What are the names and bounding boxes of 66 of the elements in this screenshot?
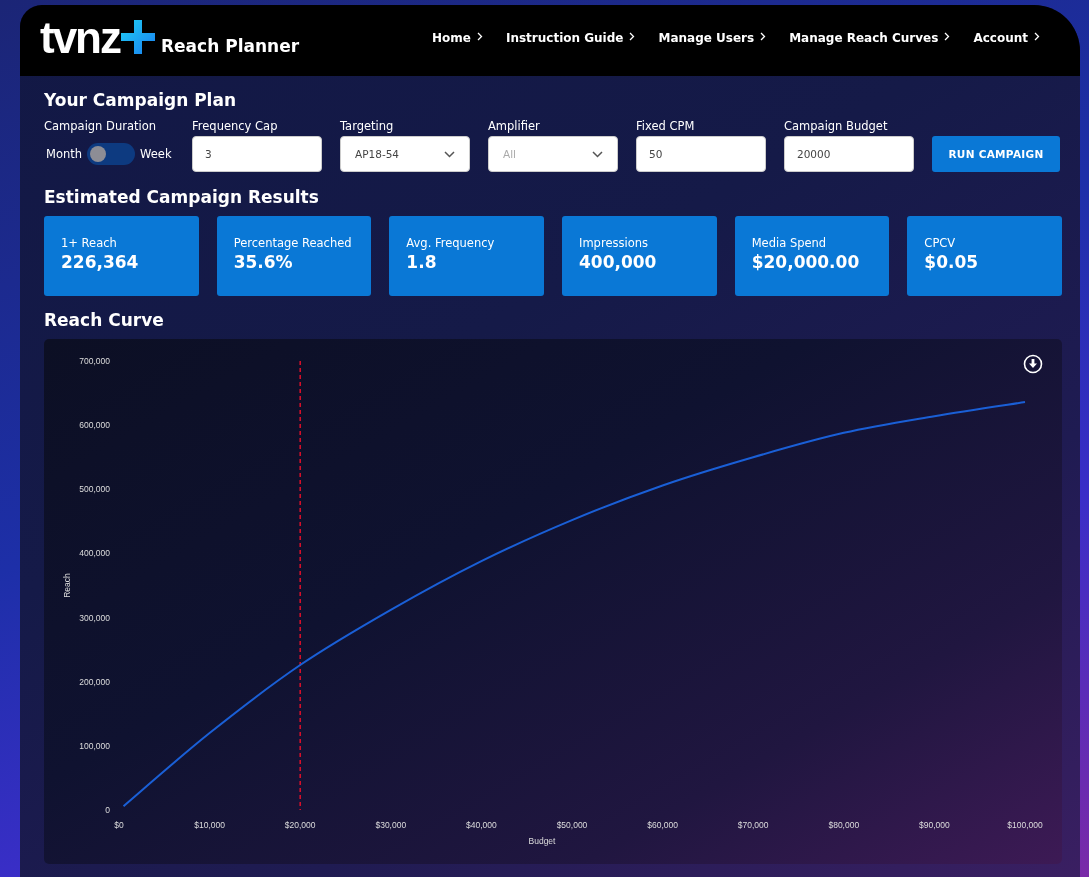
metric-value: $0.05: [924, 252, 980, 272]
x-axis-title: Budget: [528, 836, 556, 846]
y-tick-label: 400,000: [79, 548, 110, 559]
chevron-right-icon: [944, 31, 951, 41]
chevron-right-icon: [476, 31, 483, 41]
input-field[interactable]: 50: [636, 136, 766, 172]
nav-link[interactable]: Instruction Guide: [505, 30, 636, 45]
x-tick-label: $100,000: [1007, 820, 1043, 830]
section-title: Estimated Campaign Results: [44, 186, 320, 208]
x-tick-label: $10,000: [194, 820, 225, 830]
plus-icon: [121, 19, 155, 54]
metric-label: Impressions: [579, 236, 649, 250]
section-title: Your Campaign Plan: [44, 89, 237, 111]
metric-label: Avg. Frequency: [406, 236, 496, 250]
input-field[interactable]: 3: [192, 136, 322, 172]
chevron-right-icon: [629, 31, 636, 41]
x-tick-label: $30,000: [375, 820, 407, 830]
input-field[interactable]: 20000: [784, 136, 914, 172]
nav-link[interactable]: Manage Users: [658, 30, 767, 45]
metric-value: 35.6%: [233, 252, 294, 272]
nav-link[interactable]: Account: [973, 30, 1040, 45]
chevron-right-icon: [760, 31, 767, 41]
y-tick-label: 100,000: [79, 740, 110, 751]
field-label: Campaign Duration: [44, 119, 157, 133]
dropdown[interactable]: AP18-54: [340, 136, 470, 172]
metric-label: Media Spend: [751, 236, 828, 250]
section-title: Reach Curve: [44, 309, 165, 331]
y-tick-label: 500,000: [79, 484, 110, 495]
chevron-down-icon: [444, 150, 455, 158]
chevron-down-icon: [592, 150, 603, 158]
metric-label: Percentage Reached: [233, 236, 353, 250]
x-tick-label: $90,000: [919, 820, 950, 830]
y-tick-label: 600,000: [79, 420, 110, 431]
app-title: Reach Planner: [161, 35, 300, 56]
nav-link[interactable]: Home: [432, 30, 483, 45]
y-tick-label: 300,000: [79, 612, 110, 623]
download-icon[interactable]: [1023, 354, 1043, 374]
field-label: Frequency Cap: [192, 119, 279, 133]
toggle-label: Month: [46, 147, 83, 161]
nav-link[interactable]: Manage Reach Curves: [789, 30, 951, 45]
toggle-label: Week: [140, 147, 172, 161]
y-tick-label: 0: [105, 805, 110, 815]
field-label: Fixed CPM: [636, 119, 696, 133]
x-tick-label: $70,000: [737, 820, 769, 830]
toggle-switch[interactable]: [87, 143, 136, 165]
metric-label: 1+ Reach: [61, 236, 118, 250]
x-tick-label: $0: [114, 820, 124, 830]
chevron-right-icon: [1034, 31, 1040, 41]
logo-text: tvnz: [40, 15, 120, 60]
x-tick-label: $40,000: [466, 820, 497, 830]
y-axis-title: Reach: [62, 573, 72, 598]
field-label: Amplifier: [488, 119, 541, 133]
y-tick-label: 700,000: [79, 356, 110, 366]
field-label: Targeting: [340, 119, 395, 133]
x-tick-label: $20,000: [284, 820, 316, 830]
x-tick-label: $60,000: [647, 820, 678, 830]
y-tick-label: 200,000: [79, 676, 110, 687]
metric-value: 400,000: [579, 252, 658, 272]
x-tick-label: $80,000: [828, 820, 860, 830]
metric-value: 226,364: [61, 252, 140, 272]
run-campaign-button[interactable]: RUN CAMPAIGN: [932, 136, 1060, 172]
field-label: Campaign Budget: [784, 119, 889, 133]
metric-value: $20,000.00: [751, 252, 861, 272]
x-tick-label: $50,000: [556, 820, 588, 830]
metric-label: CPCV: [924, 236, 957, 250]
metric-value: 1.8: [406, 252, 438, 272]
